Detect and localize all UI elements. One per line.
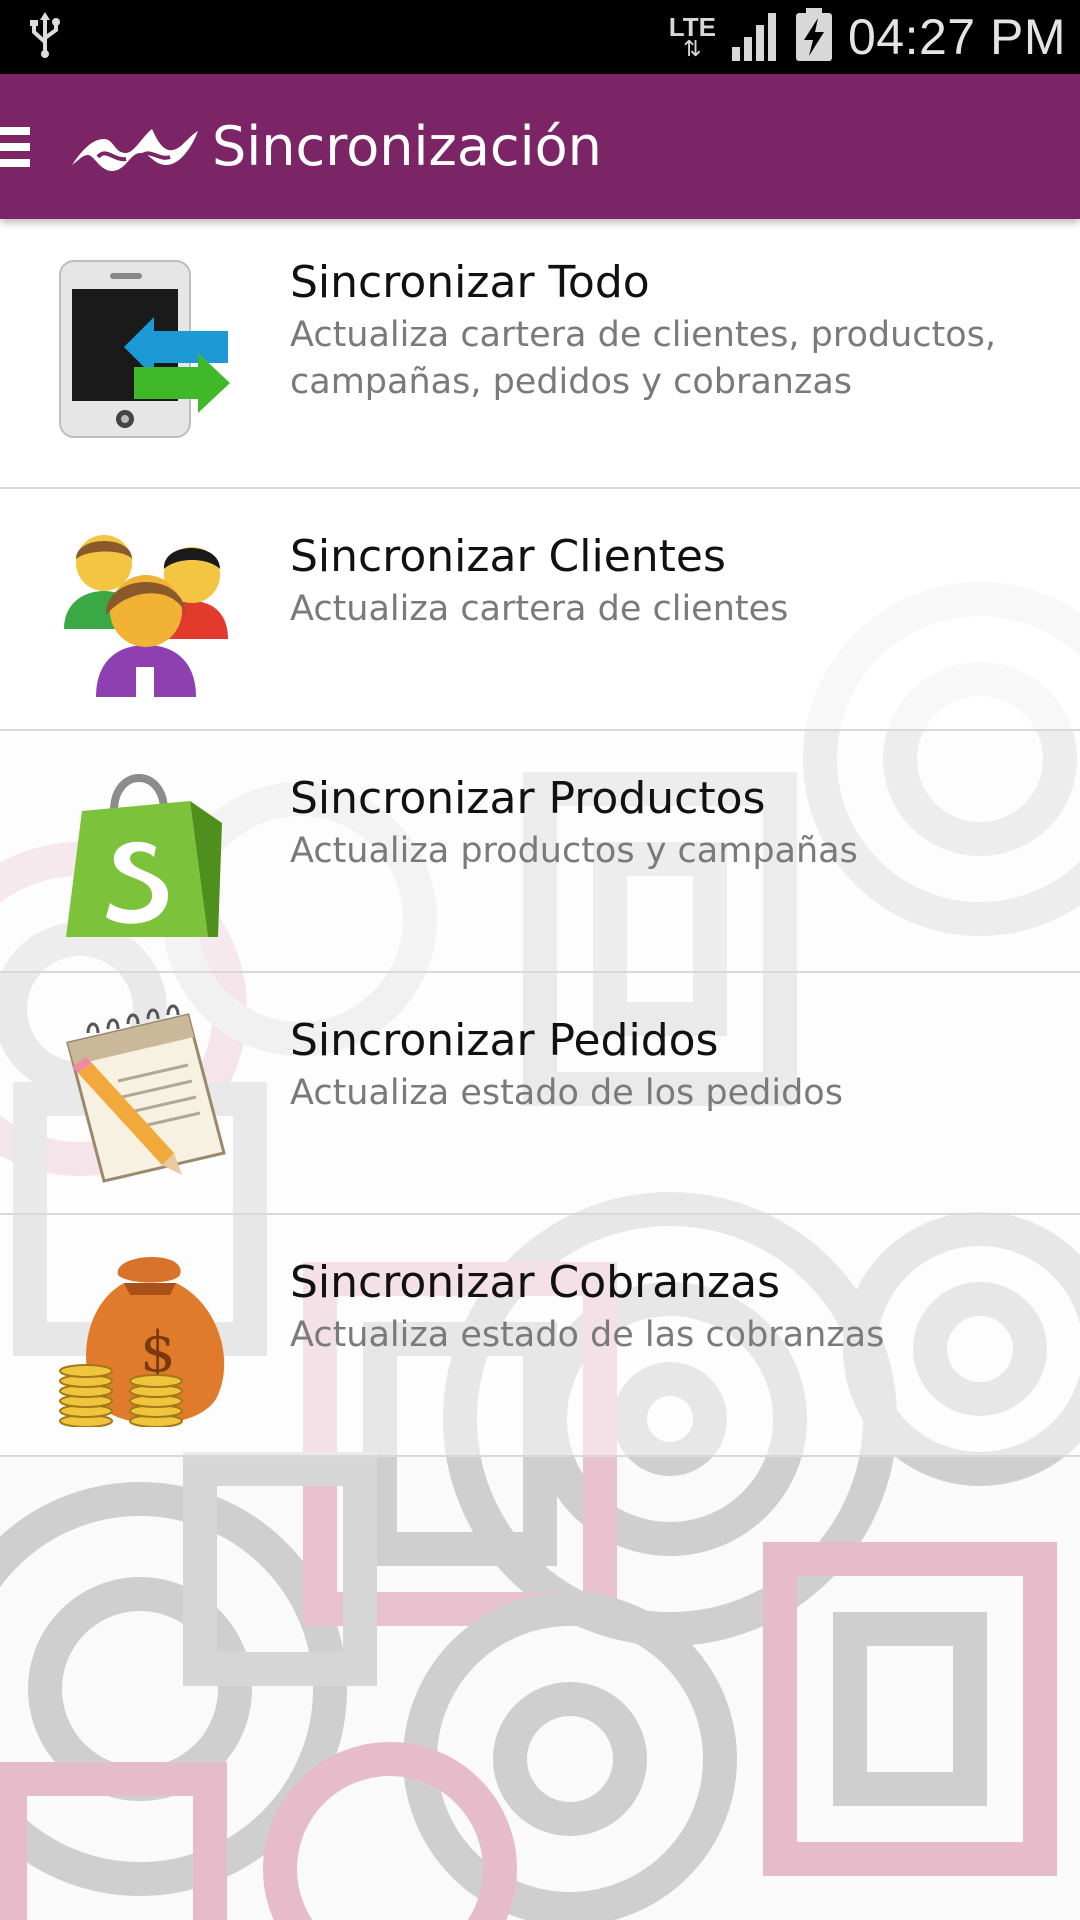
list-item-sync-orders[interactable]: Sincronizar Pedidos Actualiza estado de …	[0, 973, 1080, 1215]
sync-list: Sincronizar Todo Actualiza cartera de cl…	[0, 219, 1080, 1457]
signal-icon	[730, 9, 780, 66]
battery-charging-icon	[794, 7, 834, 67]
item-title: Sincronizar Pedidos	[290, 1015, 719, 1066]
item-title: Sincronizar Todo	[290, 257, 650, 308]
page-title: Sincronización	[212, 115, 602, 178]
item-subtitle: Actualiza estado de los pedidos	[290, 1073, 843, 1113]
clients-group-icon	[64, 535, 228, 697]
lte-indicator: LTE ⇅	[669, 14, 716, 60]
notepad-pencil-icon	[66, 1004, 226, 1183]
item-subtitle: Actualiza cartera de clientes	[290, 589, 789, 629]
item-text: Sincronizar Pedidos Actualiza estado de …	[290, 1013, 1050, 1117]
list-item-sync-products[interactable]: Sincronizar Productos Actualiza producto…	[0, 731, 1080, 973]
list-item-sync-all[interactable]: Sincronizar Todo Actualiza cartera de cl…	[0, 219, 1080, 489]
item-subtitle: Actualiza estado de las cobranzas	[290, 1315, 885, 1355]
item-text: Sincronizar Cobranzas Actualiza estado d…	[290, 1255, 1050, 1359]
money-bag-icon: $	[59, 1256, 225, 1427]
status-bar: LTE ⇅ 04:27 PM	[0, 0, 1080, 74]
item-text: Sincronizar Todo Actualiza cartera de cl…	[290, 255, 1050, 405]
menu-button[interactable]	[0, 117, 40, 177]
app-bar: Sincronización	[0, 74, 1080, 219]
clock: 04:27 PM	[847, 9, 1066, 65]
item-subtitle: Actualiza productos y campañas	[290, 831, 858, 871]
screen: LTE ⇅ 04:27 PM Sincronización Sincroniza…	[0, 0, 1080, 1920]
list-item-sync-clients[interactable]: Sincronizar Clientes Actualiza cartera d…	[0, 489, 1080, 731]
item-subtitle: Actualiza cartera de clientes, productos…	[290, 315, 997, 402]
status-indicators: LTE ⇅ 04:27 PM	[669, 7, 1066, 67]
item-title: Sincronizar Clientes	[290, 531, 726, 582]
item-title: Sincronizar Cobranzas	[290, 1257, 781, 1308]
usb-icon	[30, 11, 60, 63]
item-text: Sincronizar Productos Actualiza producto…	[290, 771, 1050, 875]
app-logo[interactable]	[70, 117, 200, 177]
item-text: Sincronizar Clientes Actualiza cartera d…	[290, 529, 1050, 633]
data-arrows-icon: ⇅	[683, 36, 702, 61]
shopping-bag-icon	[66, 774, 222, 937]
list-item-sync-collections[interactable]: $ Sincronizar Cobranzas Actualiza estado…	[0, 1215, 1080, 1457]
phone-sync-icon	[59, 260, 230, 438]
hamburger-icon	[0, 126, 30, 135]
item-title: Sincronizar Productos	[290, 773, 766, 824]
